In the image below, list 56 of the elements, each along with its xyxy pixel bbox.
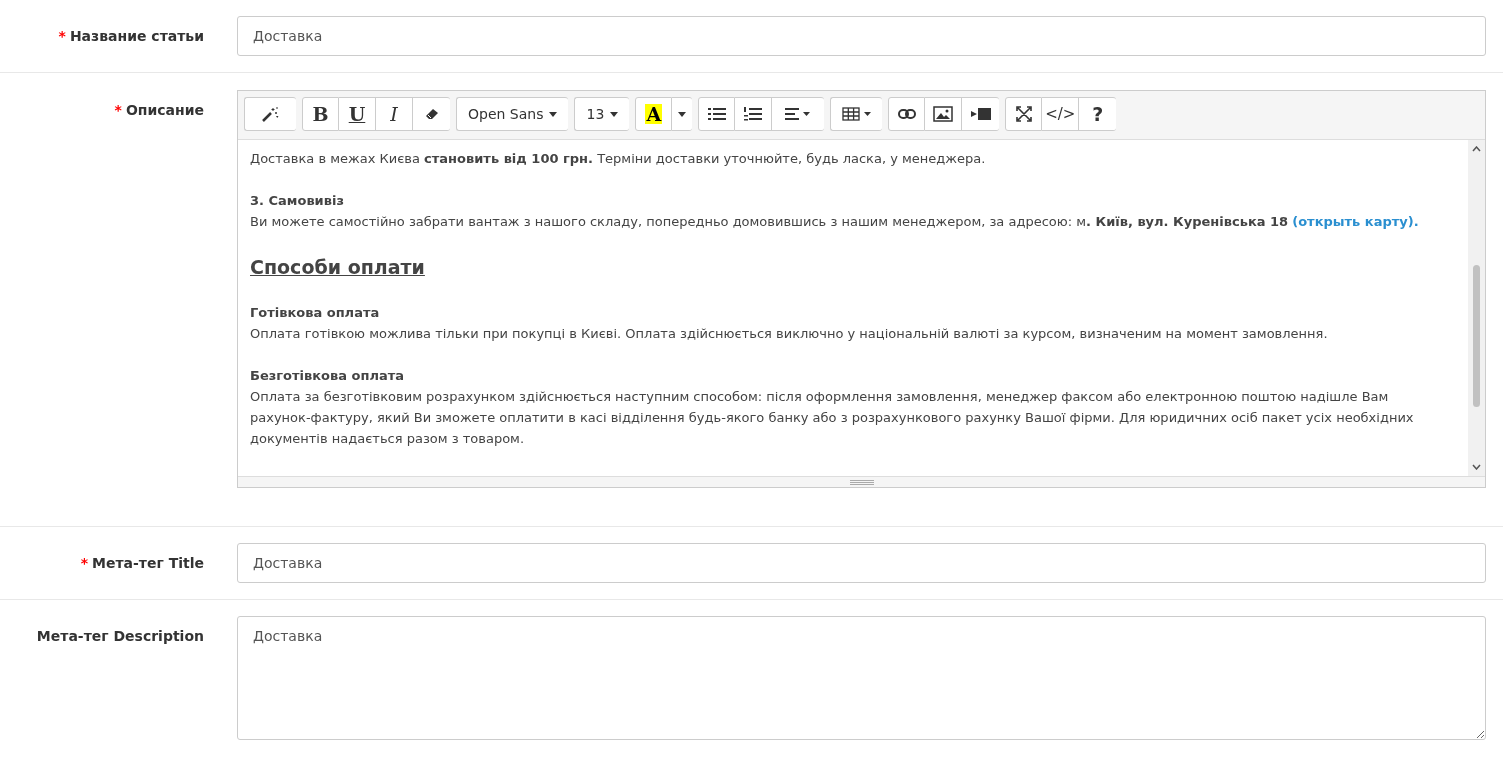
- field-label: Описание: [125, 101, 204, 120]
- italic-button[interactable]: I: [376, 97, 413, 131]
- text-field[interactable]: Доставка: [237, 16, 1486, 56]
- table-icon: [841, 107, 872, 121]
- video-camera-icon: [970, 108, 991, 120]
- paragraph-heading: Готівкова оплата: [250, 304, 381, 322]
- image-icon: [933, 106, 954, 122]
- numbered-list-icon: [744, 107, 763, 121]
- resize-handle[interactable]: [849, 479, 874, 485]
- field-label: Мета-тег Description: [36, 627, 204, 646]
- map-link[interactable]: (открыть карту).: [1292, 214, 1419, 229]
- paragraph: Оплата готівкою можлива тільки при покупці в Києві. Оплата здійснюється виключно у національній валюті за курсом, визначеним на момент замовлення.: [250, 325, 1329, 343]
- style-button[interactable]: [244, 97, 296, 131]
- dropdown-button[interactable]: 13: [574, 97, 630, 131]
- magic-wand-icon: [260, 106, 281, 122]
- numbered-list-button[interactable]: [735, 97, 773, 131]
- section-heading: Способи оплати: [250, 255, 426, 280]
- text-field[interactable]: Доставка: [237, 543, 1486, 583]
- code-view-button[interactable]: </>: [1042, 97, 1080, 131]
- paragraph-heading: 3. Самовивіз: [250, 192, 345, 210]
- fullscreen-button[interactable]: [1005, 97, 1043, 131]
- scroll-up-icon[interactable]: [1472, 146, 1481, 152]
- dropdown-button[interactable]: Open Sans: [456, 97, 569, 131]
- field-label: Название статьи: [69, 27, 204, 46]
- paragraph: Доставка в межах Києва становить від 100 грн. Терміни доставки уточнюйте, будь ласка, у менеджера.: [250, 150, 987, 168]
- bullet-list-button[interactable]: [698, 97, 736, 131]
- align-button[interactable]: [772, 97, 825, 131]
- field-label: Мета-тег Title: [92, 554, 204, 573]
- caret-icon: [610, 111, 619, 117]
- scrollbar[interactable]: [1468, 140, 1485, 476]
- caret-icon: [678, 111, 687, 117]
- underline-button[interactable]: U: [339, 97, 376, 131]
- eraser-icon: [424, 108, 439, 120]
- text-color-button[interactable]: A: [635, 97, 673, 131]
- bold-button[interactable]: B: [302, 97, 339, 131]
- paragraph: Оплата за безготівковим розрахунком здійснюється наступним способом: після оформлення замовлення, менеджер факсом або електронною поштою надішле Вам рахунок-фактуру, який Ви зможете оплатити в касі відділення будь-якого банку або з розрахункового рахунку Вашої фірми. Для юридичних осіб пакет усіх необхідних документів надається разом з товаром.: [250, 388, 1415, 448]
- required-mark: *: [80, 554, 89, 573]
- video-button[interactable]: [962, 97, 1000, 131]
- required-mark: *: [58, 27, 66, 46]
- caret-icon: [549, 111, 558, 117]
- image-button[interactable]: [925, 97, 963, 131]
- help-button[interactable]: ?: [1079, 97, 1117, 131]
- link-button[interactable]: [888, 97, 926, 131]
- paragraph: Ви можете самостійно забрати вантаж з нашого складу, попередньо домовившись з нашим менеджером, за адресою: м. Київ, вул. Куренівська 18 (открыть карту).: [250, 213, 1420, 231]
- required-mark: *: [114, 101, 122, 120]
- align-left-icon: [785, 108, 812, 120]
- link-icon: [897, 109, 916, 119]
- bullet-list-icon: [707, 107, 726, 121]
- scrollbar-thumb[interactable]: [1473, 265, 1480, 407]
- paragraph-heading: Безготівкова оплата: [250, 367, 405, 385]
- scroll-down-icon[interactable]: [1472, 464, 1481, 470]
- expand-icon: [1015, 106, 1032, 122]
- text-area[interactable]: Доставка: [237, 616, 1486, 740]
- clear-format-button[interactable]: [413, 97, 450, 131]
- color-dropdown-button[interactable]: [672, 97, 693, 131]
- table-button[interactable]: [830, 97, 883, 131]
